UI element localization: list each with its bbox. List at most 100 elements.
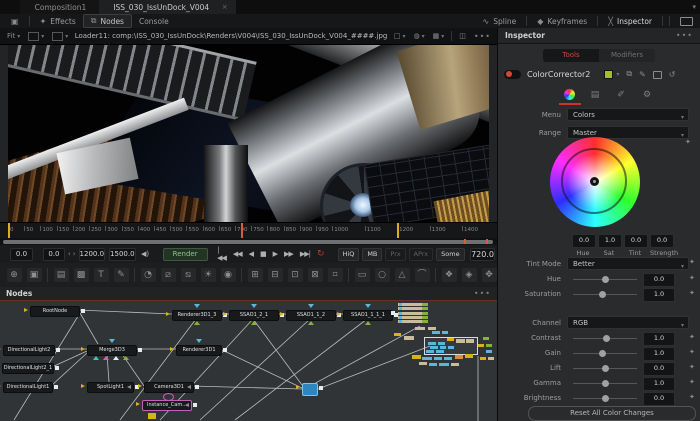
stop-button[interactable]: ■ xyxy=(260,250,266,258)
slider-handle-saturation[interactable] xyxy=(599,291,606,298)
mini-node-chip[interactable] xyxy=(412,355,421,359)
transform-tool-icon[interactable]: ⌗ xyxy=(328,268,343,282)
node-output-port[interactable] xyxy=(391,311,395,315)
mini-node-chip[interactable] xyxy=(451,363,459,366)
node-aux-port[interactable] xyxy=(251,321,257,325)
node-connection[interactable] xyxy=(318,346,430,389)
menu-button-console[interactable]: Console xyxy=(132,15,176,27)
render-range-start-marker[interactable] xyxy=(8,223,10,239)
menu-button-keyframes[interactable]: ◆Keyframes xyxy=(530,15,594,27)
merge-tool-icon[interactable]: ⊞ xyxy=(248,268,263,282)
mini-node-chip[interactable] xyxy=(440,346,446,349)
node-output-port[interactable] xyxy=(56,348,60,352)
node-instance_cam...[interactable]: Instance_Cam... xyxy=(142,400,192,411)
fast-forward-button[interactable]: ▶▶ xyxy=(284,250,293,258)
node-output-port[interactable] xyxy=(319,386,323,390)
keyframe-icon[interactable]: ✦ xyxy=(689,378,695,386)
range-next-icon[interactable]: › xyxy=(73,250,76,258)
renderer3d-tool-icon[interactable]: ✥ xyxy=(482,268,497,282)
blur-tool-icon[interactable]: ◉ xyxy=(221,268,236,282)
render-range-end-marker[interactable] xyxy=(397,223,399,239)
background-tool-icon[interactable]: ▤ xyxy=(54,268,69,282)
menu-dropdown[interactable]: Colors▾ xyxy=(567,108,689,121)
keyframe-icon[interactable]: ✦ xyxy=(689,258,695,266)
menu-button-inspector[interactable]: ╳Inspector xyxy=(601,15,659,27)
node-aux-port[interactable] xyxy=(365,321,371,325)
polygon-mask-tool-icon[interactable]: △ xyxy=(395,268,410,282)
render-button[interactable]: Render xyxy=(163,248,208,261)
quality-button-aprx[interactable]: APrx xyxy=(409,248,434,261)
node-renderer3d1[interactable]: Renderer3D1 xyxy=(176,345,222,356)
node-connection[interactable] xyxy=(80,313,98,344)
node-mask-port[interactable] xyxy=(109,339,115,343)
tab-modifiers[interactable]: Modifiers xyxy=(599,49,655,62)
node-output-port[interactable] xyxy=(55,366,59,370)
mini-node-chip[interactable] xyxy=(436,350,444,353)
keyframe-icon[interactable]: ✦ xyxy=(689,274,695,282)
mini-node-chip[interactable] xyxy=(415,327,425,330)
bspline-mask-tool-icon[interactable]: ⌒ xyxy=(415,268,430,282)
mini-node-chip[interactable] xyxy=(442,331,448,334)
mini-node-chip[interactable] xyxy=(394,333,401,336)
brush-tab-icon[interactable]: ✐ xyxy=(610,88,632,102)
audio-mute-button[interactable]: ◀) xyxy=(141,250,149,258)
render-end-field[interactable]: 1200.0 xyxy=(79,248,106,261)
node-input-port[interactable] xyxy=(0,384,1,388)
text-tool-icon[interactable]: T xyxy=(94,268,109,282)
quality-button-some[interactable]: Some xyxy=(436,248,464,261)
fast-rewind-button[interactable]: ◀◀ xyxy=(233,250,242,258)
camera3d-tool-icon[interactable]: ◈ xyxy=(462,268,477,282)
quality-button-prx[interactable]: Prx xyxy=(385,248,405,261)
node-rootnode[interactable]: RootNode xyxy=(30,306,80,317)
node-mask-port[interactable] xyxy=(365,304,371,308)
timeline-scrollbar[interactable] xyxy=(3,240,493,244)
menu-button-nodes[interactable]: ⧉Nodes xyxy=(83,14,132,28)
mini-node-chip[interactable] xyxy=(480,357,486,360)
fit-zoom-dropdown[interactable]: Fit▾ xyxy=(3,32,24,40)
node-multi-input-port[interactable] xyxy=(93,356,99,360)
wheel-value-strength[interactable]: 0.0 xyxy=(650,234,674,248)
reset-all-color-changes-button[interactable]: Reset All Color Changes xyxy=(528,406,696,421)
slider-handle-brightness[interactable] xyxy=(602,395,609,402)
fastnoise-tool-icon[interactable]: ▩ xyxy=(74,268,89,282)
resize-tool-icon[interactable]: ⊠ xyxy=(308,268,323,282)
mini-node-chip[interactable] xyxy=(148,413,156,419)
tab-close-icon[interactable]: × xyxy=(222,3,228,11)
menu-button-effects[interactable]: ✦Effects xyxy=(33,15,83,27)
copy-icon[interactable]: ⧉ xyxy=(626,69,632,79)
monitor-view-button[interactable] xyxy=(673,15,700,27)
lock-icon[interactable] xyxy=(653,71,662,79)
split-view-button[interactable]: ◫ xyxy=(455,32,470,40)
node-input-port[interactable] xyxy=(223,312,227,316)
quality-button-mb[interactable]: MB xyxy=(362,248,382,261)
mini-node-chip[interactable] xyxy=(428,342,436,345)
mini-node-chip[interactable] xyxy=(428,327,436,330)
mini-node-chip[interactable] xyxy=(486,344,492,347)
sphere-view-dropdown[interactable]: ◍▾ xyxy=(409,32,428,40)
node-input-port[interactable] xyxy=(136,402,140,406)
nodes-options-menu[interactable]: ••• xyxy=(474,289,491,298)
global-start-field[interactable]: 0.0 xyxy=(10,248,33,261)
node-output-port[interactable] xyxy=(193,403,197,407)
viewer-lut-dropdown[interactable]: ▾ xyxy=(48,32,72,41)
paint-tool-icon[interactable]: ✎ xyxy=(114,268,129,282)
wheel-value-sat[interactable]: 1.0 xyxy=(598,234,622,248)
node-input-port[interactable] xyxy=(166,312,170,316)
channel-view-dropdown[interactable]: ▾ xyxy=(24,32,48,41)
ui-layout-toggle-icon[interactable]: ▣ xyxy=(4,15,26,27)
node-directionallight2[interactable]: DirectionalLight2 xyxy=(3,345,55,356)
node-connection[interactable] xyxy=(192,386,302,389)
slider-value-gamma[interactable]: 1.0 xyxy=(643,377,675,391)
tool-enable-toggle[interactable] xyxy=(504,70,521,79)
mini-node-chip[interactable] xyxy=(478,344,484,347)
inspector-options-menu[interactable]: ••• xyxy=(676,31,693,40)
current-frame-field[interactable]: 720.0 xyxy=(470,248,495,261)
mini-node-chip[interactable] xyxy=(444,357,452,360)
node-mask-port[interactable] xyxy=(251,304,257,308)
node-multi-input-port[interactable] xyxy=(113,356,119,360)
menu-button-spline[interactable]: ∿Spline xyxy=(476,15,524,27)
settings-tab-icon[interactable]: ⚙ xyxy=(636,88,658,102)
quality-button-hiq[interactable]: HiQ xyxy=(338,248,360,261)
levels-tab-icon[interactable]: ▤ xyxy=(584,88,606,102)
channel-dropdown[interactable]: RGB▾ xyxy=(567,316,689,329)
